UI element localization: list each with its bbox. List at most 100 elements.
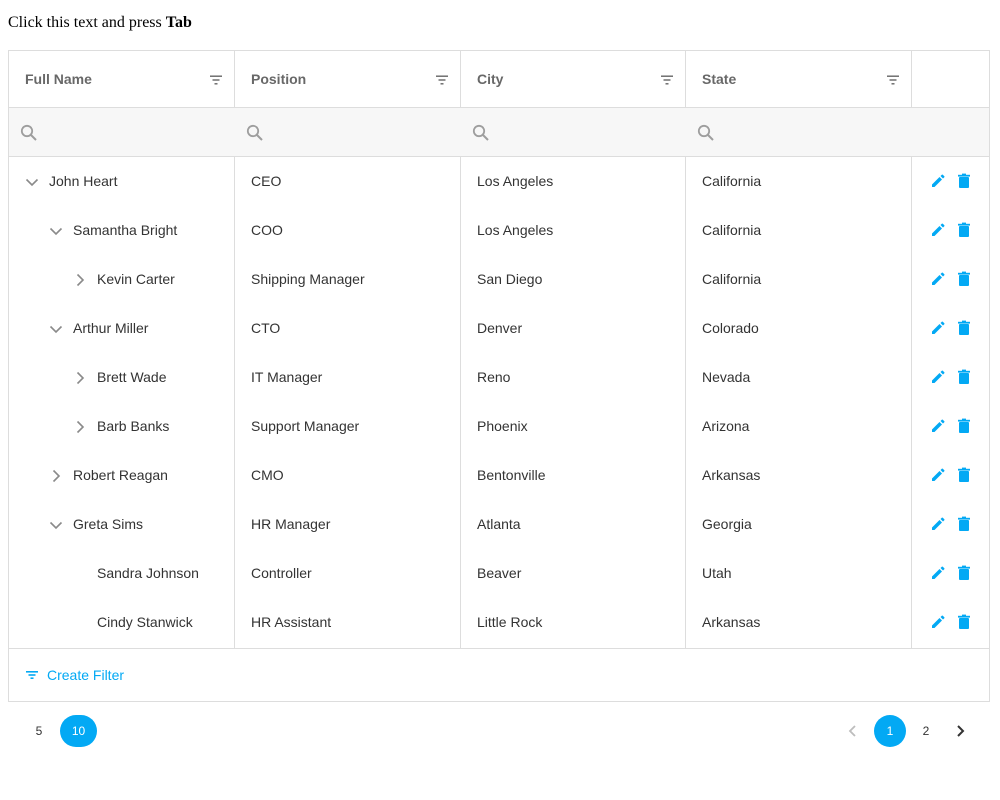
trash-icon[interactable] — [955, 515, 973, 533]
table-row[interactable]: Robert Reagan CMO Bentonville Arkansas — [9, 451, 989, 500]
chevron-right-icon[interactable] — [71, 369, 89, 387]
table-row[interactable]: Barb Banks Support Manager Phoenix Arizona — [9, 402, 989, 451]
cell-full-name: Brett Wade — [97, 369, 167, 385]
cell-full-name: John Heart — [49, 173, 118, 189]
filter-icon — [26, 671, 38, 679]
chevron-right-icon[interactable] — [71, 271, 89, 289]
pencil-icon[interactable] — [929, 368, 947, 386]
pencil-icon[interactable] — [929, 515, 947, 533]
search-icon — [245, 123, 265, 143]
cell-city: Reno — [477, 369, 511, 385]
cell-position: HR Manager — [251, 516, 331, 532]
search-icon — [471, 123, 491, 143]
cell-state: Arkansas — [702, 467, 761, 483]
column-header-label: State — [702, 71, 737, 87]
column-header-state[interactable]: State — [686, 51, 911, 107]
filter-icon[interactable] — [660, 73, 674, 85]
pencil-icon[interactable] — [929, 221, 947, 239]
column-header-city[interactable]: City — [461, 51, 685, 107]
filter-input-full-name[interactable] — [9, 108, 234, 156]
trash-icon[interactable] — [955, 172, 973, 190]
instruction-prefix: Click this text and press — [8, 14, 166, 31]
filter-icon[interactable] — [209, 73, 223, 85]
cell-state: Nevada — [702, 369, 751, 385]
column-header-full-name[interactable]: Full Name — [9, 51, 234, 107]
cell-city: Beaver — [477, 565, 522, 581]
cell-city: San Diego — [477, 271, 543, 287]
filter-input-position[interactable] — [235, 108, 460, 156]
cell-position: COO — [251, 222, 283, 238]
table-row[interactable]: John Heart CEO Los Angeles California — [9, 157, 989, 206]
data-rows: John Heart CEO Los Angeles California Samant… — [9, 157, 989, 647]
table-row[interactable]: Arthur Miller CTO Denver Colorado — [9, 304, 989, 353]
cell-state: Arizona — [702, 418, 750, 434]
cell-state: Colorado — [702, 320, 759, 336]
pencil-icon[interactable] — [929, 466, 947, 484]
instruction-key: Tab — [165, 14, 192, 31]
table-row[interactable]: Cindy Stanwick HR Assistant Little Rock Ark… — [9, 598, 989, 647]
table-row[interactable]: Sandra Johnson Controller Beaver Utah — [9, 549, 989, 598]
pencil-icon[interactable] — [929, 172, 947, 190]
filter-row — [9, 108, 989, 157]
filter-icon[interactable] — [886, 73, 900, 85]
cell-city: Bentonville — [477, 467, 546, 483]
chevron-down-icon[interactable] — [23, 173, 41, 191]
cell-city: Denver — [477, 320, 523, 336]
cell-position: CMO — [251, 467, 284, 483]
table-row[interactable]: Samantha Bright COO Los Angeles California — [9, 206, 989, 255]
column-header-position[interactable]: Position — [235, 51, 460, 107]
trash-icon[interactable] — [955, 221, 973, 239]
chevron-down-icon[interactable] — [47, 320, 65, 338]
chevron-down-icon[interactable] — [47, 222, 65, 240]
page-size-5[interactable]: 5 — [24, 715, 54, 747]
chevron-right-icon[interactable] — [47, 467, 65, 485]
cell-position: HR Assistant — [251, 614, 332, 630]
cell-position: CTO — [251, 320, 281, 336]
chevron-right-icon[interactable] — [71, 418, 89, 436]
cell-full-name: Kevin Carter — [97, 271, 175, 287]
header-row: Full Name Position City State — [9, 51, 989, 108]
trash-icon[interactable] — [955, 319, 973, 337]
cell-full-name: Robert Reagan — [73, 467, 168, 483]
cell-full-name: Arthur Miller — [73, 320, 149, 336]
trash-icon[interactable] — [955, 466, 973, 484]
cell-state: California — [702, 222, 762, 238]
chevron-left-icon[interactable] — [844, 722, 862, 740]
create-filter-button[interactable]: Create Filter — [25, 667, 124, 683]
pencil-icon[interactable] — [929, 564, 947, 582]
trash-icon[interactable] — [955, 270, 973, 288]
table-row[interactable]: Brett Wade IT Manager Reno Nevada — [9, 353, 989, 402]
cell-city: Little Rock — [477, 614, 543, 630]
trash-icon[interactable] — [955, 613, 973, 631]
cell-city: Los Angeles — [477, 173, 554, 189]
pencil-icon[interactable] — [929, 319, 947, 337]
filter-input-state[interactable] — [686, 108, 911, 156]
tree-list-grid: Full Name Position City State John Heart CEO… — [8, 50, 990, 702]
filter-input-city[interactable] — [461, 108, 685, 156]
trash-icon[interactable] — [955, 417, 973, 435]
grid-footer: Create Filter — [9, 648, 989, 702]
search-icon — [19, 123, 39, 143]
pencil-icon[interactable] — [929, 417, 947, 435]
trash-icon[interactable] — [955, 564, 973, 582]
pencil-icon[interactable] — [929, 270, 947, 288]
chevron-right-icon[interactable] — [951, 722, 969, 740]
cell-position: Support Manager — [251, 418, 360, 434]
column-header-label: Full Name — [25, 71, 92, 87]
cell-full-name: Samantha Bright — [73, 222, 178, 238]
cell-position: Shipping Manager — [251, 271, 365, 287]
search-icon — [696, 123, 716, 143]
filter-icon[interactable] — [435, 73, 449, 85]
table-row[interactable]: Greta Sims HR Manager Atlanta Georgia — [9, 500, 989, 549]
table-row[interactable]: Kevin Carter Shipping Manager San Diego Cal… — [9, 255, 989, 304]
page-1-button[interactable]: 1 — [874, 715, 906, 747]
cell-full-name: Barb Banks — [97, 418, 170, 434]
pencil-icon[interactable] — [929, 613, 947, 631]
trash-icon[interactable] — [955, 368, 973, 386]
chevron-down-icon[interactable] — [47, 516, 65, 534]
page-2-button[interactable]: 2 — [910, 715, 942, 747]
cell-state: Utah — [702, 565, 732, 581]
page-size-10[interactable]: 10 — [60, 715, 97, 747]
create-filter-label: Create Filter — [47, 667, 125, 683]
cell-position: IT Manager — [251, 369, 323, 385]
